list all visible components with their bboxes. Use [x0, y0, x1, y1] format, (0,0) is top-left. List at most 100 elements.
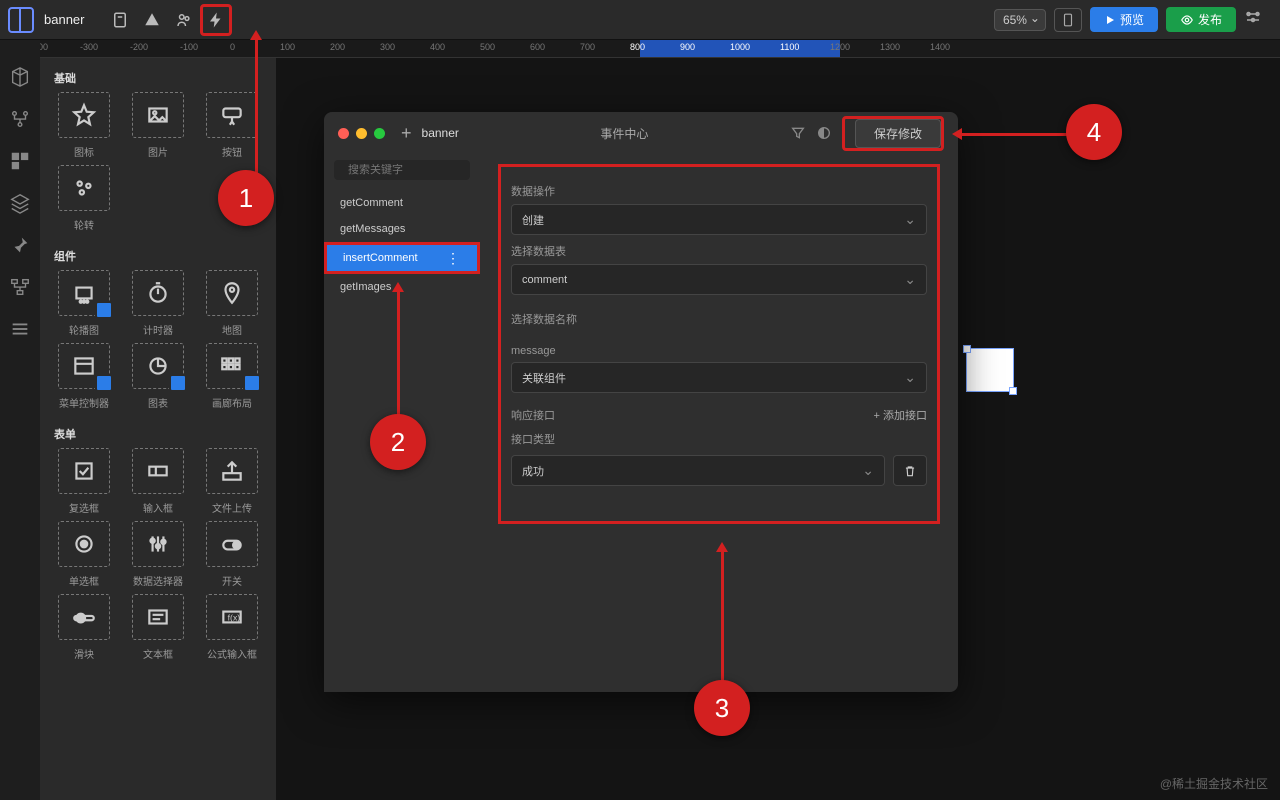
arrow-4	[960, 133, 1068, 136]
toggle-icon	[206, 521, 258, 567]
section-basic: 基础	[40, 62, 276, 92]
component-carousel[interactable]: 轮播图	[50, 270, 118, 337]
component-gallery[interactable]: 画廊布局	[198, 343, 266, 410]
rotate-icon	[58, 165, 110, 211]
picker-icon	[132, 521, 184, 567]
arrow-3	[721, 548, 724, 682]
formula-icon: f(x)	[206, 594, 258, 640]
component-label: 图表	[148, 395, 168, 410]
timer-icon	[132, 270, 184, 316]
event-center-modal: + banner 事件中心 保存修改 getCommentgetMessages…	[324, 112, 958, 692]
api-item-insertComment[interactable]: insertComment⋮	[327, 245, 477, 271]
component-label: 按钮	[222, 144, 242, 159]
page-icon[interactable]	[104, 4, 136, 36]
component-label: 菜单控制器	[59, 395, 109, 410]
component-label: 单选框	[69, 573, 99, 588]
rail-flow-icon[interactable]	[9, 276, 31, 298]
rail-list-icon[interactable]	[9, 318, 31, 340]
checkbox-icon	[58, 448, 110, 494]
minimize-icon[interactable]	[356, 128, 367, 139]
component-label: 开关	[222, 573, 242, 588]
ruler: -400-300-200-100010020030040050060070080…	[40, 40, 1280, 58]
api-item-getComment[interactable]: getComment	[324, 190, 480, 216]
label-select-table: 选择数据表	[511, 243, 927, 259]
slider-icon	[58, 594, 110, 640]
component-timer[interactable]: 计时器	[124, 270, 192, 337]
selected-element[interactable]	[966, 348, 1014, 392]
radio-icon	[58, 521, 110, 567]
rail-layers-icon[interactable]	[9, 192, 31, 214]
rail-pin-icon[interactable]	[9, 234, 31, 256]
select-interface-type[interactable]: 成功	[511, 455, 885, 486]
annotation-3: 3	[694, 680, 750, 736]
component-textarea[interactable]: 文本框	[124, 594, 192, 661]
component-slider[interactable]: 滑块	[50, 594, 118, 661]
filter-icon[interactable]	[790, 125, 806, 141]
add-interface-button[interactable]: 添加接口	[874, 407, 927, 423]
component-map[interactable]: 地图	[198, 270, 266, 337]
component-label: 输入框	[143, 500, 173, 515]
close-icon[interactable]	[338, 128, 349, 139]
document-name[interactable]: banner	[44, 12, 84, 27]
settings-icon[interactable]	[1244, 8, 1272, 31]
component-input[interactable]: 输入框	[124, 448, 192, 515]
component-checkbox[interactable]: 复选框	[50, 448, 118, 515]
publish-button[interactable]: 发布	[1166, 7, 1236, 32]
cloud-icon[interactable]	[136, 4, 168, 36]
more-icon[interactable]: ⋮	[446, 254, 461, 262]
device-toggle[interactable]	[1054, 8, 1082, 32]
component-picker[interactable]: 数据选择器	[124, 521, 192, 588]
chart-icon	[132, 343, 184, 389]
rail-cube-icon[interactable]	[9, 66, 31, 88]
component-star[interactable]: 图标	[50, 92, 118, 159]
component-radio[interactable]: 单选框	[50, 521, 118, 588]
label-data-op: 数据操作	[511, 183, 927, 199]
select-data-op[interactable]: 创建	[511, 204, 927, 235]
api-item-getMessages[interactable]: getMessages	[324, 216, 480, 242]
rail-tree-icon[interactable]	[9, 108, 31, 130]
label-message: message	[511, 345, 927, 357]
menu-icon	[58, 343, 110, 389]
component-label: 轮转	[74, 217, 94, 232]
section-form: 表单	[40, 418, 276, 448]
annotation-2: 2	[370, 414, 426, 470]
component-label: 画廊布局	[212, 395, 252, 410]
component-upload[interactable]: 文件上传	[198, 448, 266, 515]
app-logo-icon[interactable]	[8, 7, 34, 33]
gallery-icon	[206, 343, 258, 389]
rail-layout-icon[interactable]	[9, 150, 31, 172]
select-table[interactable]: comment	[511, 264, 927, 295]
component-chart[interactable]: 图表	[124, 343, 192, 410]
theme-icon[interactable]	[816, 125, 832, 141]
component-label: 公式输入框	[207, 646, 257, 661]
select-related-comp[interactable]: 关联组件	[511, 362, 927, 393]
component-menu[interactable]: 菜单控制器	[50, 343, 118, 410]
events-icon[interactable]	[200, 4, 232, 36]
delete-interface-button[interactable]	[893, 455, 927, 486]
component-label: 图标	[74, 144, 94, 159]
component-label: 滑块	[74, 646, 94, 661]
maximize-icon[interactable]	[374, 128, 385, 139]
arrow-2	[397, 288, 400, 416]
preview-button[interactable]: 预览	[1090, 7, 1158, 32]
zoom-select[interactable]: 65%	[994, 9, 1046, 31]
search-input[interactable]	[334, 160, 470, 180]
label-select-name: 选择数据名称	[511, 311, 927, 327]
button-icon	[206, 92, 258, 138]
map-icon	[206, 270, 258, 316]
component-rotate[interactable]: 轮转	[50, 165, 118, 232]
save-button[interactable]: 保存修改	[855, 119, 941, 148]
users-icon[interactable]	[168, 4, 200, 36]
component-image[interactable]: 图片	[124, 92, 192, 159]
watermark: @稀土掘金技术社区	[1160, 775, 1268, 792]
component-label: 图片	[148, 144, 168, 159]
component-toggle[interactable]: 开关	[198, 521, 266, 588]
component-label: 复选框	[69, 500, 99, 515]
add-button[interactable]: +	[401, 123, 412, 144]
modal-title: banner	[422, 126, 459, 140]
component-formula[interactable]: f(x) 公式输入框	[198, 594, 266, 661]
search-field[interactable]	[348, 164, 490, 176]
carousel-icon	[58, 270, 110, 316]
star-icon	[58, 92, 110, 138]
component-label: 计时器	[143, 322, 173, 337]
